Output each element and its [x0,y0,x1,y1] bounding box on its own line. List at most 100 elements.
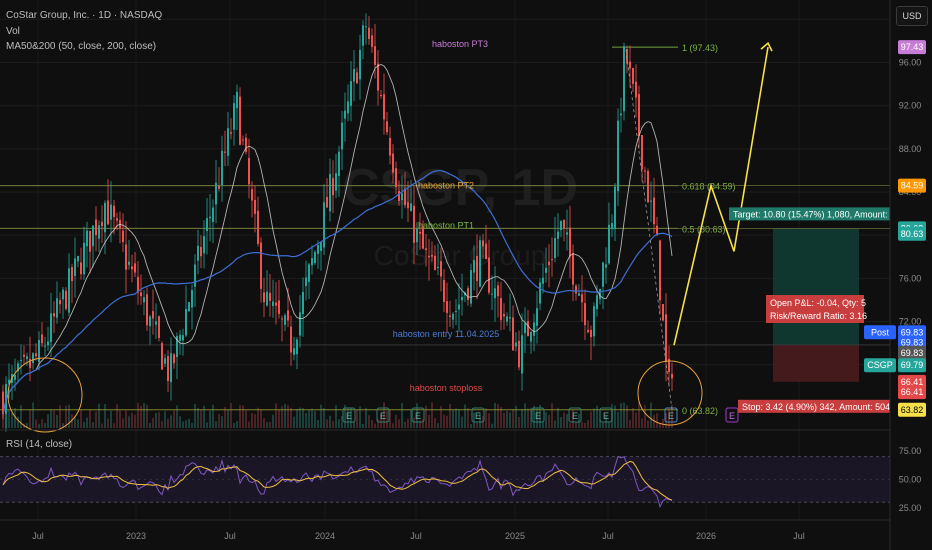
volume-bar [38,423,40,428]
volume-bar [557,407,559,428]
volume-bar [476,422,478,428]
volume-bar [545,412,547,428]
rsi-tick-label: 25.00 [899,503,922,513]
candle-body [587,330,589,333]
candle-body [392,153,394,173]
volume-bar [95,411,97,428]
candle-body [635,81,637,98]
fib-level-label: 1 (97.43) [682,43,718,53]
volume-bar [362,423,364,428]
volume-bar [110,410,112,428]
candle-body [389,137,391,156]
volume-bar [578,413,580,428]
candle-body [431,254,433,257]
candle-body [425,248,427,250]
candle-body [419,231,421,234]
candle-body [530,332,532,342]
volume-bar [485,408,487,428]
volume-bar [281,405,283,428]
volume-legend[interactable]: Vol [6,26,20,37]
watermark-name: CoStar Group [374,240,547,271]
candle-body [47,341,49,346]
candle-body [287,310,289,321]
candle-body [428,255,430,258]
volume-bar [629,419,631,428]
volume-bar [488,413,490,428]
volume-bar [518,416,520,428]
volume-bar [140,405,142,428]
moving-average-legend[interactable]: MA50&200 (50, close, 200, close) [6,41,156,52]
volume-bar [236,421,238,428]
volume-bar [296,408,298,428]
volume-bar [284,403,286,428]
candle-body [644,170,646,172]
volume-bar [230,403,232,428]
candle-body [137,276,139,293]
candle-body [374,46,376,65]
volume-bar [503,412,505,428]
chart-canvas[interactable]: CSGP, 1DCoStar Group1 (97.43)0.618 (84.5… [0,0,932,550]
candle-body [404,188,406,206]
volume-bar [113,423,115,428]
volume-bar [266,422,268,428]
volume-bar [584,423,586,428]
volume-bar [158,412,160,428]
candle-body [125,244,127,270]
stop-zone [773,344,859,382]
volume-bar [542,421,544,428]
target-label: Target: 10.80 (15.47%) 1,080, Amount: 57… [733,209,913,219]
volume-bar [134,414,136,428]
volume-bar [563,412,565,428]
volume-bar [593,408,595,428]
candle-body [155,321,157,325]
volume-bar [8,409,10,428]
volume-bar [632,407,634,428]
time-tick-label: 2023 [126,531,146,541]
volume-bar [293,416,295,428]
candle-body [632,67,634,84]
rsi-legend[interactable]: RSI (14, close) [6,439,72,450]
volume-bar [392,423,394,428]
volume-bar [254,414,256,428]
candle-body [59,300,61,305]
candle-body [647,171,649,203]
volume-bar [575,422,577,428]
candle-body [329,173,331,212]
price-tick-label: 96.00 [899,58,922,68]
volume-bar [59,405,61,428]
volume-bar [35,419,37,428]
volume-bar [239,405,241,428]
volume-bar [218,414,220,428]
candle-body [86,230,88,247]
candle-body [173,354,175,364]
candle-body [179,334,181,341]
candle-body [509,317,511,319]
volume-bar [263,418,265,428]
candle-body [638,94,640,136]
currency-button[interactable]: USD [896,6,928,26]
volume-bar [491,423,493,428]
earnings-marker-label: E [415,411,421,421]
volume-bar [242,405,244,428]
price-tag: 97.43 [901,42,924,52]
candle-body [338,151,340,176]
earnings-marker-label: E [475,411,481,421]
price-tag-prefix: CSGP [867,360,893,370]
candle-body [347,101,349,114]
candle-body [182,335,184,341]
volume-bar [338,419,340,428]
volume-bar [122,418,124,428]
candle-body [548,261,550,266]
candle-body [653,197,655,225]
volume-bar [29,409,31,428]
candle-body [545,267,547,273]
chart-title[interactable]: CoStar Group, Inc. · 1D · NASDAQ [6,10,162,21]
candle-body [533,322,535,336]
volume-bar [170,415,172,428]
candle-body [473,260,475,273]
volume-bar [89,409,91,428]
volume-bar [623,402,625,428]
candle-body [23,354,25,357]
candle-body [527,321,529,337]
candle-body [611,222,613,230]
